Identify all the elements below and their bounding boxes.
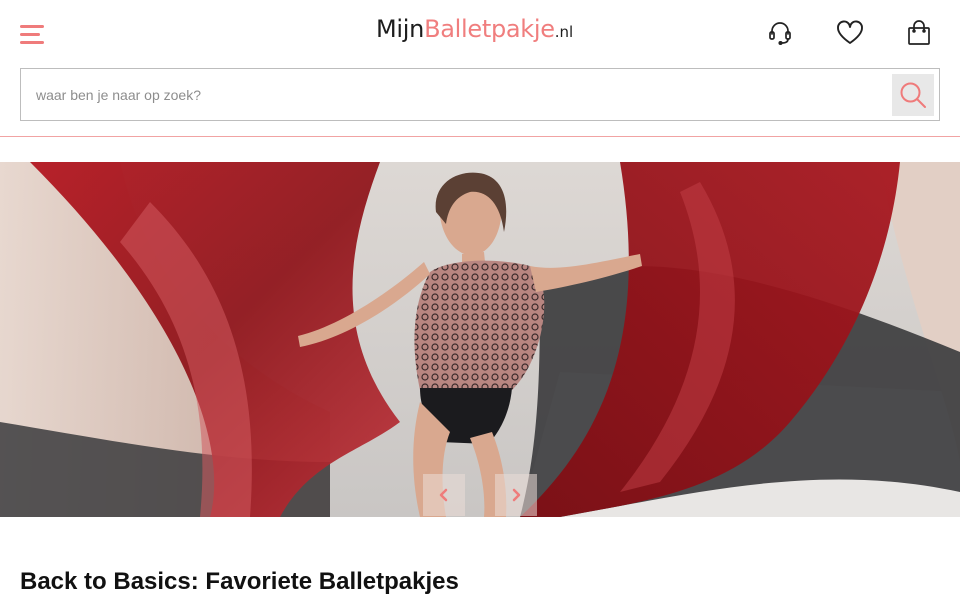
site-logo[interactable]: Mijn Balletpakje .nl xyxy=(376,15,573,51)
headset-icon[interactable] xyxy=(763,16,797,50)
hero-banner-image[interactable] xyxy=(0,162,960,517)
section-title: Back to Basics: Favoriete Balletpakjes xyxy=(20,568,459,595)
logo-text-balletpakje: Balletpakje xyxy=(424,15,555,43)
chevron-left-icon xyxy=(439,488,448,502)
search-button[interactable] xyxy=(892,74,934,116)
hamburger-menu-icon[interactable] xyxy=(18,22,48,48)
search-bar xyxy=(20,68,940,121)
search-icon xyxy=(900,82,926,108)
heart-icon[interactable] xyxy=(833,16,867,50)
site-header: Mijn Balletpakje .nl xyxy=(0,0,960,137)
logo-text-mijn: Mijn xyxy=(376,15,425,43)
logo-text-tld: .nl xyxy=(554,23,574,41)
search-input[interactable] xyxy=(21,69,881,120)
slider-next-button[interactable] xyxy=(495,474,537,516)
slider-prev-button[interactable] xyxy=(423,474,465,516)
chevron-right-icon xyxy=(512,488,521,502)
shopping-bag-icon[interactable] xyxy=(902,16,936,50)
